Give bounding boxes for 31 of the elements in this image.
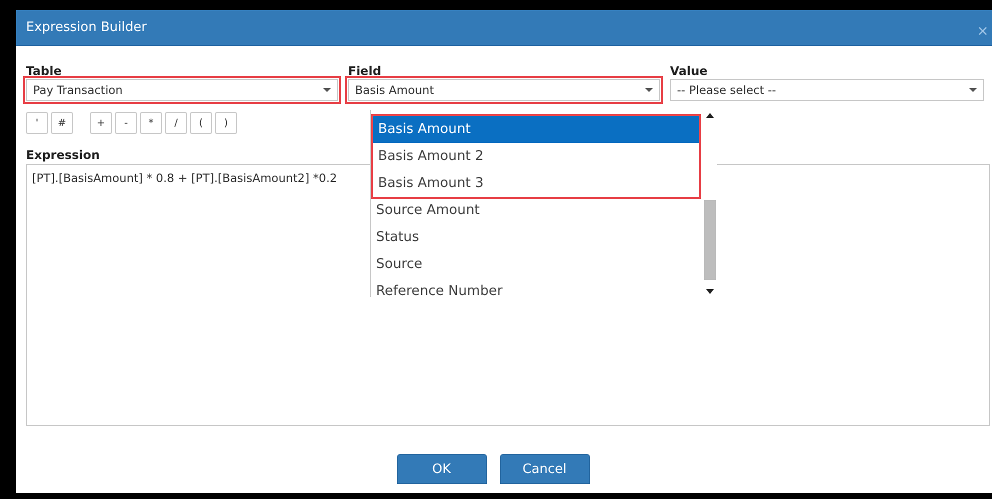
expression-label: Expression	[26, 148, 100, 162]
operator-button[interactable]: )	[215, 112, 237, 134]
select-field[interactable]: Pay Transaction	[23, 76, 341, 104]
caret-icon	[323, 88, 331, 92]
dropdown-option[interactable]: Basis Amount 2	[373, 143, 699, 170]
operator-button[interactable]: (	[190, 112, 212, 134]
operator-button[interactable]: -	[115, 112, 137, 134]
select-field[interactable]: Basis Amount	[345, 76, 663, 104]
cancel-button[interactable]: Cancel	[500, 454, 590, 484]
scrollbar-thumb[interactable]	[704, 200, 716, 280]
scroll-up-icon	[706, 113, 714, 118]
operator-button[interactable]: #	[51, 112, 73, 134]
field-label: Field	[348, 64, 382, 78]
dropdown-option[interactable]: Basis Amount 3	[373, 170, 699, 197]
field-label: Table	[26, 64, 63, 78]
caret-icon	[969, 88, 977, 92]
operator-button[interactable]: /	[165, 112, 187, 134]
operator-button[interactable]: *	[140, 112, 162, 134]
scroll-down-icon	[706, 289, 714, 294]
dropdown-option[interactable]: Source	[371, 251, 703, 278]
field-label: Value	[670, 64, 709, 78]
operator-button[interactable]: +	[90, 112, 112, 134]
dropdown-option[interactable]: Basis Amount	[373, 116, 699, 143]
window-title: Expression Builder	[26, 20, 147, 35]
dropdown-option[interactable]: Reference Number	[371, 278, 703, 305]
ok-button[interactable]: OK	[396, 454, 486, 484]
dropdown-option[interactable]: Source Amount	[371, 197, 703, 224]
dropdown-option[interactable]: Status	[371, 224, 703, 251]
operator-button[interactable]: '	[26, 112, 48, 134]
caret-icon	[645, 88, 653, 92]
select-field[interactable]: -- Please select --	[667, 76, 987, 104]
